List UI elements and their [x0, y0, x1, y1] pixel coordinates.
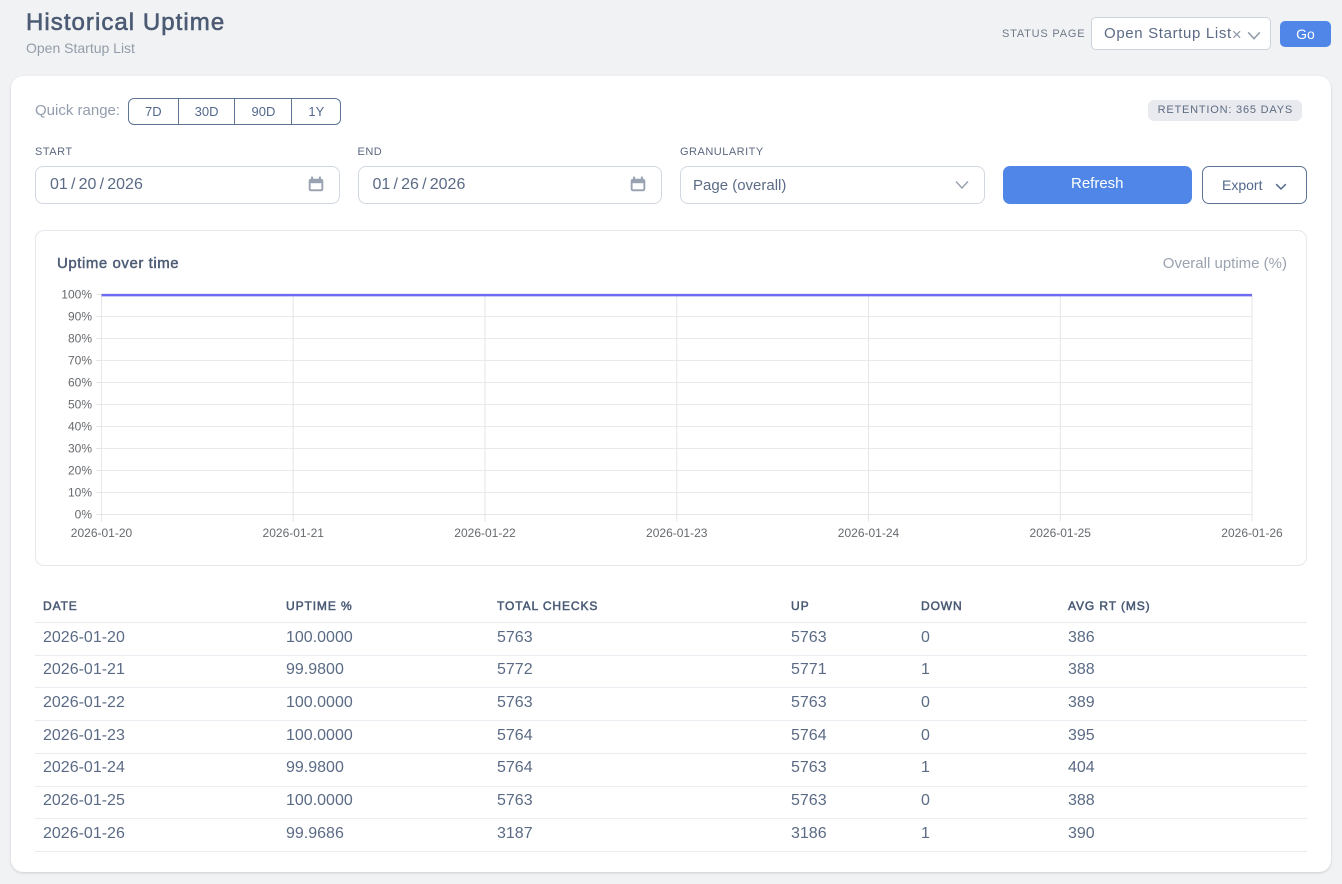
svg-text:30%: 30%: [68, 441, 92, 455]
svg-text:2026-01-24: 2026-01-24: [838, 526, 900, 540]
svg-text:60%: 60%: [68, 375, 92, 389]
svg-text:2026-01-23: 2026-01-23: [646, 526, 708, 540]
svg-text:10%: 10%: [68, 485, 92, 499]
svg-text:2026-01-21: 2026-01-21: [263, 526, 325, 540]
svg-text:2026-01-20: 2026-01-20: [71, 526, 133, 540]
svg-text:100%: 100%: [61, 287, 92, 301]
svg-text:2026-01-25: 2026-01-25: [1030, 526, 1092, 540]
svg-text:90%: 90%: [68, 309, 92, 323]
svg-text:40%: 40%: [68, 419, 92, 433]
svg-text:2026-01-26: 2026-01-26: [1221, 526, 1283, 540]
svg-text:0%: 0%: [75, 507, 93, 521]
svg-text:70%: 70%: [68, 353, 92, 367]
svg-text:20%: 20%: [68, 463, 92, 477]
svg-text:80%: 80%: [68, 331, 92, 345]
svg-text:2026-01-22: 2026-01-22: [454, 526, 516, 540]
svg-text:50%: 50%: [68, 397, 92, 411]
